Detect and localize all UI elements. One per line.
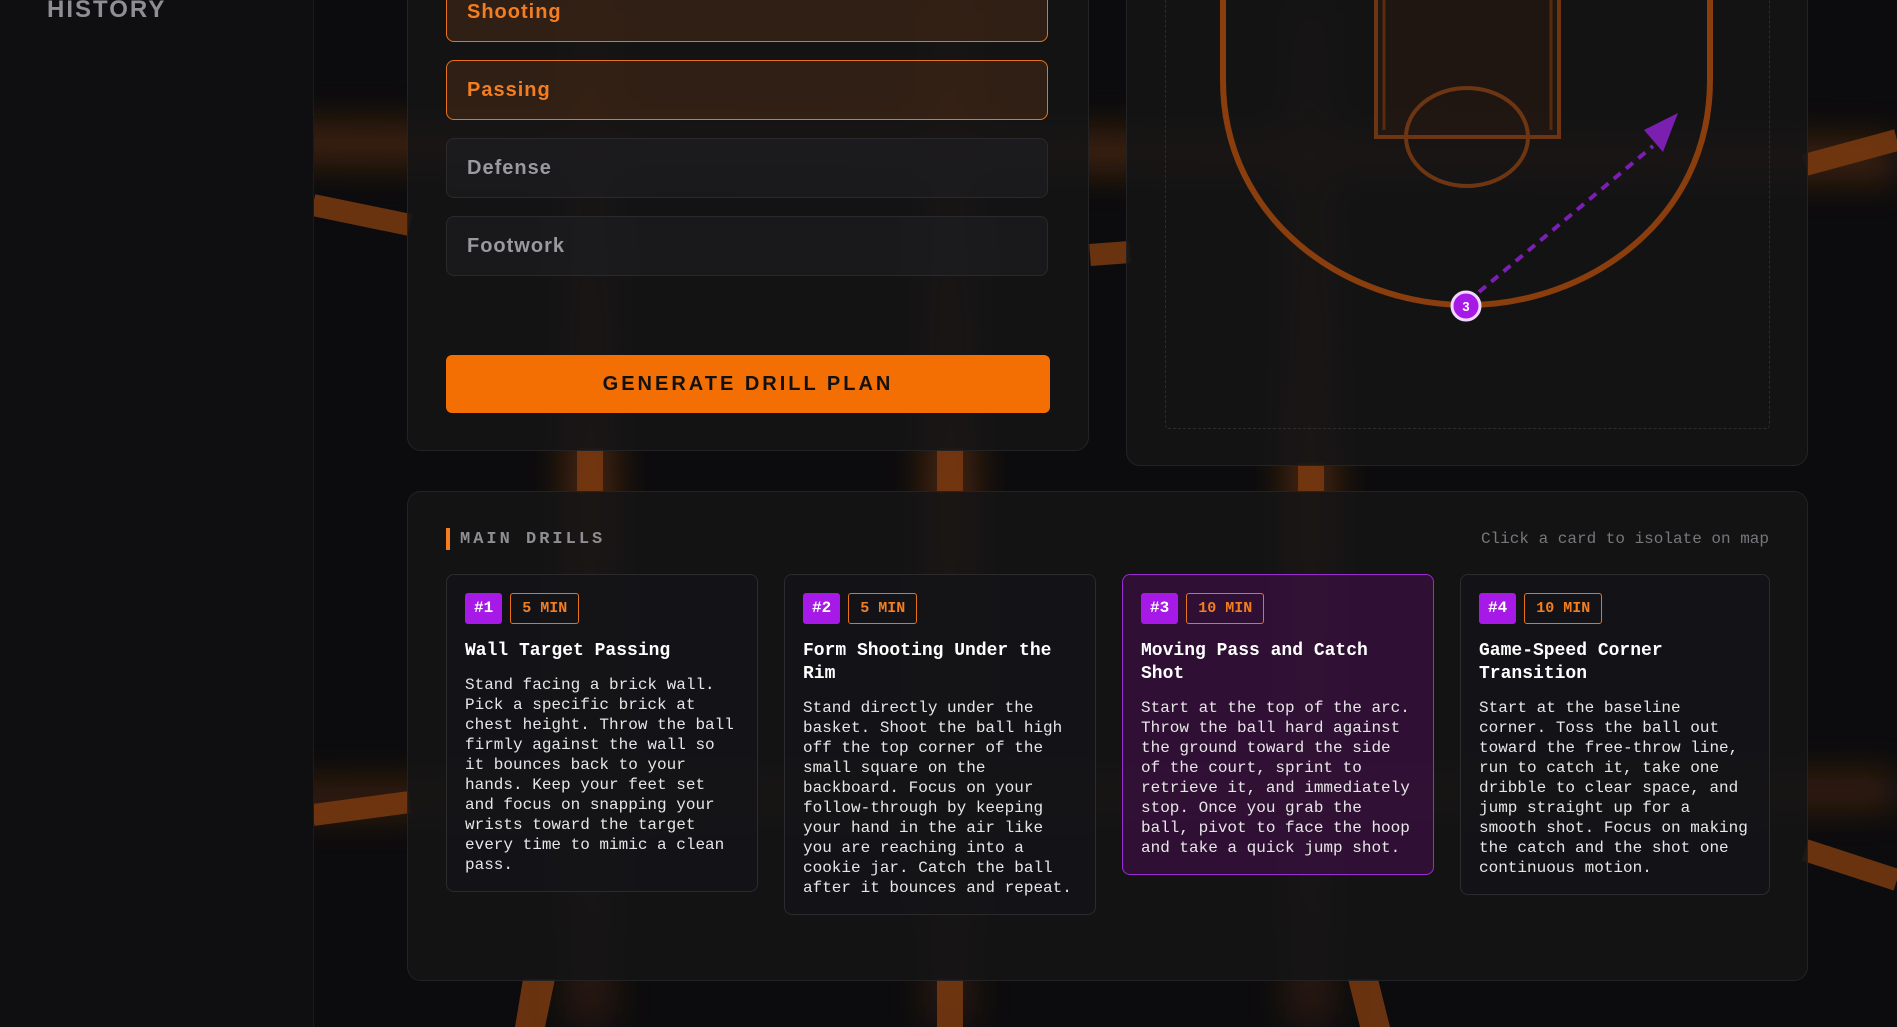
heading-accent-bar: [446, 528, 450, 550]
sidebar-title: HISTORY: [47, 0, 167, 23]
drill-number-badge: #3: [1141, 593, 1179, 624]
focus-option-label: Shooting: [467, 0, 562, 23]
drill-card-4[interactable]: #4 10 MIN Game-Speed Corner Transition S…: [1460, 574, 1770, 895]
drill-number-badge: #4: [1479, 593, 1517, 624]
focus-option-defense[interactable]: Defense: [446, 138, 1048, 198]
drill-card-1[interactable]: #1 5 MIN Wall Target Passing Stand facin…: [446, 574, 758, 892]
section-heading: MAIN DRILLS: [446, 528, 605, 550]
court-key: [1374, 0, 1561, 139]
drill-marker-label: 3: [1462, 299, 1469, 314]
heading-text: MAIN DRILLS: [460, 529, 606, 549]
focus-option-shooting[interactable]: Shooting: [446, 0, 1048, 42]
drill-badges: #1 5 MIN: [465, 593, 739, 624]
focus-option-label: Defense: [467, 156, 552, 179]
drill-duration-badge: 5 MIN: [848, 593, 918, 624]
drill-card-2[interactable]: #2 5 MIN Form Shooting Under the Rim Sta…: [784, 574, 1096, 915]
main-content: Shooting Passing Defense Footwork GENERA…: [313, 0, 1897, 1027]
drill-title: Moving Pass and Catch Shot: [1141, 641, 1368, 684]
focus-option-label: Passing: [467, 78, 551, 101]
drill-number-badge: #1: [465, 593, 503, 624]
drill-description: Stand directly under the basket. Shoot t…: [803, 699, 1072, 897]
generate-drill-plan-button[interactable]: GENERATE DRILL PLAN: [446, 355, 1050, 413]
drill-badges: #2 5 MIN: [803, 593, 1077, 624]
drill-duration-badge: 10 MIN: [1186, 593, 1265, 624]
focus-option-label: Footwork: [467, 234, 565, 257]
focus-option-passing[interactable]: Passing: [446, 60, 1048, 120]
drill-title: Game-Speed Corner Transition: [1479, 641, 1663, 684]
drill-duration-badge: 5 MIN: [510, 593, 580, 624]
drill-description: Stand facing a brick wall. Pick a specif…: [465, 676, 734, 874]
drill-card-3[interactable]: #3 10 MIN Moving Pass and Catch Shot Sta…: [1122, 574, 1434, 875]
sidebar: HISTORY: [0, 0, 314, 1027]
court-map-panel: 3: [1126, 0, 1808, 466]
pass-arrow: [1477, 144, 1655, 294]
section-hint: Click a card to isolate on map: [1480, 530, 1769, 548]
drill-description: Start at the baseline corner. Toss the b…: [1479, 699, 1748, 877]
drill-duration-badge: 10 MIN: [1524, 593, 1603, 624]
drill-marker-3[interactable]: 3: [1450, 290, 1482, 322]
drill-badges: #4 10 MIN: [1479, 593, 1751, 624]
focus-panel: Shooting Passing Defense Footwork GENERA…: [407, 0, 1089, 451]
focus-option-footwork[interactable]: Footwork: [446, 216, 1048, 276]
drill-badges: #3 10 MIN: [1141, 593, 1415, 624]
court-diagram: 3: [1220, 0, 1713, 322]
drill-number-badge: #2: [803, 593, 841, 624]
drill-title: Form Shooting Under the Rim: [803, 641, 1052, 684]
court-map[interactable]: 3: [1165, 0, 1770, 429]
drill-description: Start at the top of the arc. Throw the b…: [1141, 699, 1410, 857]
pass-arrowhead: [1644, 113, 1678, 152]
main-drills-panel: MAIN DRILLS Click a card to isolate on m…: [407, 491, 1808, 981]
drill-title: Wall Target Passing: [465, 641, 671, 661]
